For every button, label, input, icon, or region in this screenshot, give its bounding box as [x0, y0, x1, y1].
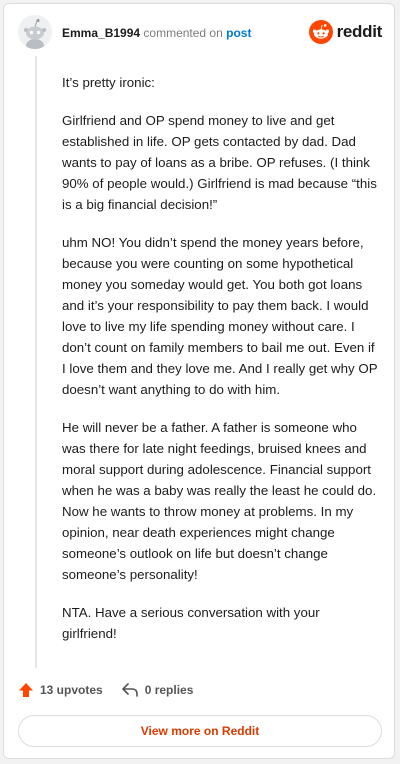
- upvote-button[interactable]: 13 upvotes: [18, 682, 103, 698]
- reddit-wordmark: reddit: [336, 22, 383, 41]
- comment-paragraph: Girlfriend and OP spend money to live an…: [62, 113, 377, 212]
- view-more-button[interactable]: View more on Reddit: [18, 715, 382, 747]
- upvote-count: 13 upvotes: [40, 683, 103, 697]
- snoo-avatar-icon: [18, 15, 52, 49]
- comment-paragraph: He will never be a father. A father is s…: [62, 420, 377, 582]
- reddit-snoo-icon: [308, 20, 333, 44]
- comment-body: It’s pretty ironic: Girlfriend and OP sp…: [62, 72, 378, 661]
- reply-button[interactable]: 0 replies: [121, 682, 194, 698]
- comment-paragraph: It’s pretty ironic:: [62, 75, 155, 90]
- reddit-logo[interactable]: reddit: [308, 20, 383, 44]
- username-link[interactable]: Emma_B1994: [62, 26, 140, 40]
- reply-arrow-icon: [121, 683, 138, 697]
- comment-card: Emma_B1994 commented on post reddit It’s…: [3, 3, 395, 759]
- upvote-arrow-icon: [19, 683, 33, 697]
- comment-header: Emma_B1994 commented on post reddit: [4, 4, 394, 64]
- post-link[interactable]: post: [226, 26, 251, 40]
- comment-byline: Emma_B1994 commented on post: [62, 26, 251, 40]
- comment-paragraph: uhm NO! You didn’t spend the money years…: [62, 235, 378, 397]
- commented-on-text: commented on: [143, 26, 223, 40]
- thread-line: [35, 56, 37, 668]
- user-avatar[interactable]: [18, 15, 52, 49]
- comment-actions: 13 upvotes 0 replies: [18, 682, 211, 698]
- comment-paragraph: NTA. Have a serious conversation with yo…: [62, 605, 320, 641]
- reply-count: 0 replies: [144, 683, 194, 697]
